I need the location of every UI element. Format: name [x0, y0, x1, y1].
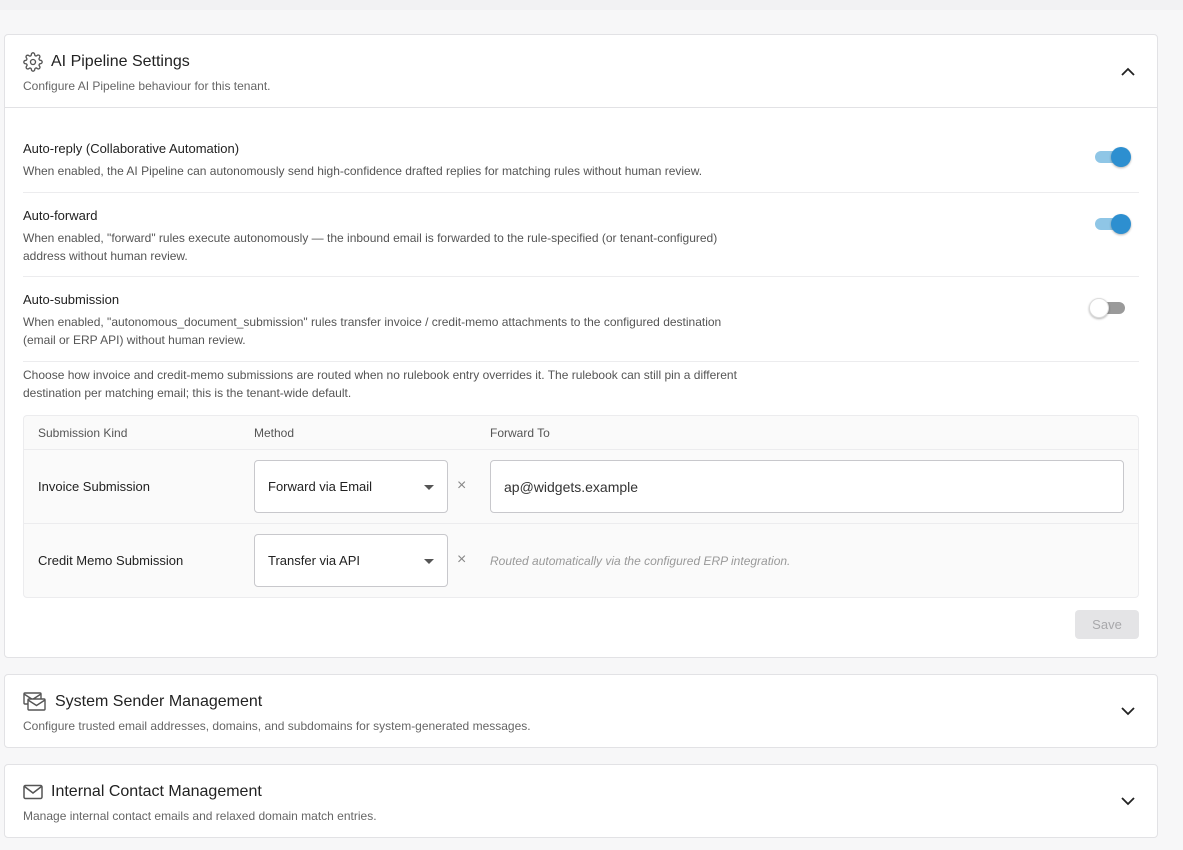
auto-reply-toggle[interactable]	[1093, 146, 1131, 168]
setting-auto-submission: Auto-submission When enabled, "autonomou…	[23, 292, 1139, 349]
setting-auto-forward: Auto-forward When enabled, "forward" rul…	[23, 208, 1139, 265]
caret-down-icon	[424, 559, 434, 564]
divider	[23, 361, 1139, 362]
setting-title: Auto-submission	[23, 292, 120, 307]
method-select-invoice[interactable]: Forward via Email	[254, 460, 448, 513]
row-label-credit-memo: Credit Memo Submission	[38, 553, 184, 568]
internal-contact-subtitle: Manage internal contact emails and relax…	[23, 809, 377, 823]
setting-title: Auto-forward	[23, 208, 98, 223]
select-value: Forward via Email	[268, 479, 373, 494]
table-divider	[24, 449, 1138, 450]
column-header-kind: Submission Kind	[38, 426, 128, 440]
clear-icon[interactable]: ×	[457, 552, 466, 568]
toggle-knob	[1111, 214, 1131, 234]
internal-contact-header[interactable]: Internal Contact Management Manage inter…	[5, 765, 1157, 823]
system-sender-header[interactable]: System Sender Management Configure trust…	[5, 675, 1157, 733]
erp-routing-note: Routed automatically via the configured …	[490, 554, 791, 568]
row-label-invoice: Invoice Submission	[38, 479, 150, 494]
system-sender-title: System Sender Management	[55, 693, 263, 710]
system-sender-subtitle: Configure trusted email addresses, domai…	[23, 719, 531, 733]
setting-description: When enabled, "forward" rules execute au…	[23, 231, 718, 263]
internal-contact-card[interactable]: Internal Contact Management Manage inter…	[4, 764, 1158, 838]
mail-icon	[23, 784, 43, 800]
toggle-knob	[1111, 147, 1131, 167]
setting-description: When enabled, "autonomous_document_submi…	[23, 315, 722, 347]
auto-forward-toggle[interactable]	[1093, 213, 1131, 235]
routing-note: Choose how invoice and credit-memo submi…	[23, 368, 737, 400]
chevron-up-icon[interactable]	[1119, 62, 1137, 80]
gear-icon	[23, 52, 43, 72]
divider	[23, 276, 1139, 277]
chevron-down-icon[interactable]	[1119, 702, 1137, 720]
setting-auto-reply: Auto-reply (Collaborative Automation) Wh…	[23, 141, 1139, 180]
ai-pipeline-header[interactable]: AI Pipeline Settings Configure AI Pipeli…	[5, 35, 1157, 108]
divider	[23, 192, 1139, 193]
column-header-forward-to: Forward To	[490, 426, 550, 440]
ai-pipeline-card: AI Pipeline Settings Configure AI Pipeli…	[4, 34, 1158, 658]
setting-title: Auto-reply (Collaborative Automation)	[23, 141, 240, 156]
auto-submission-toggle[interactable]	[1089, 297, 1127, 319]
forward-to-input[interactable]	[490, 460, 1124, 513]
toggle-knob	[1089, 298, 1109, 318]
submission-routing-table: Submission Kind Method Forward To Invoic…	[23, 415, 1139, 598]
table-divider	[24, 523, 1138, 524]
internal-contact-title: Internal Contact Management	[51, 783, 262, 800]
select-value: Transfer via API	[268, 553, 360, 568]
column-header-method: Method	[254, 426, 295, 440]
setting-description: When enabled, the AI Pipeline can autono…	[23, 164, 703, 178]
system-sender-card[interactable]: System Sender Management Configure trust…	[4, 674, 1158, 748]
sender-envelopes-icon	[23, 692, 47, 712]
chevron-down-icon[interactable]	[1119, 792, 1137, 810]
method-select-credit-memo[interactable]: Transfer via API	[254, 534, 448, 587]
clear-icon[interactable]: ×	[457, 478, 466, 494]
ai-pipeline-subtitle: Configure AI Pipeline behaviour for this…	[23, 79, 271, 93]
top-strip	[0, 0, 1183, 10]
ai-pipeline-title: AI Pipeline Settings	[51, 53, 190, 70]
save-button[interactable]: Save	[1075, 610, 1139, 639]
caret-down-icon	[424, 485, 434, 490]
